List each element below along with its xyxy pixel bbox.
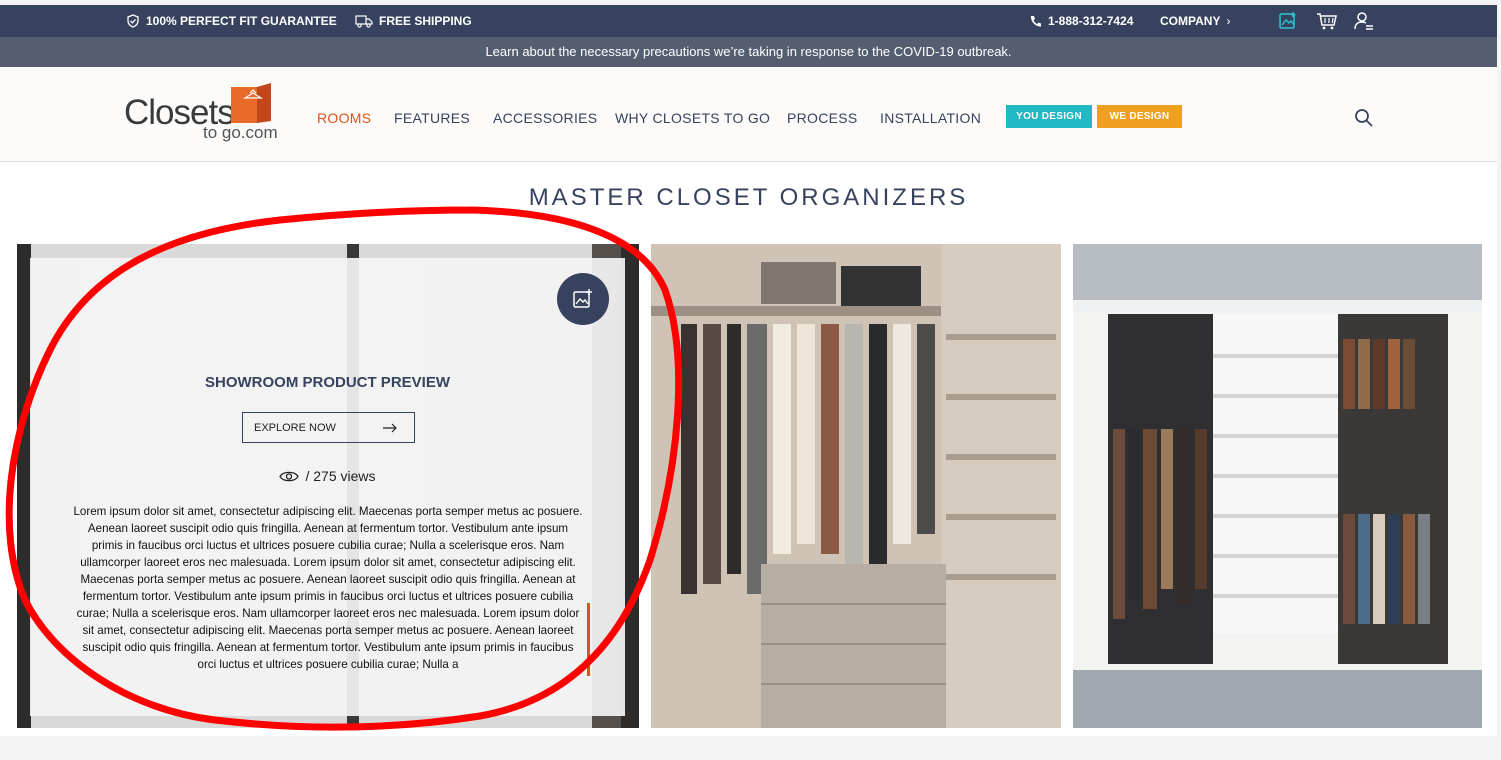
add-photo-icon xyxy=(1279,12,1296,29)
covid-notice-banner[interactable]: Learn about the necessary precautions we… xyxy=(0,37,1497,67)
guarantee-badge[interactable]: 100% PERFECT FIT GUARANTEE xyxy=(126,14,337,28)
phone-link[interactable]: 1-888-312-7424 xyxy=(1029,14,1133,28)
free-shipping-badge[interactable]: FREE SHIPPING xyxy=(355,14,472,28)
preview-title: SHOWROOM PRODUCT PREVIEW xyxy=(204,374,450,391)
chevron-right-icon: › xyxy=(1226,14,1231,28)
nav-process[interactable]: PROCESS xyxy=(787,110,858,126)
explore-now-label: EXPLORE NOW xyxy=(254,421,336,434)
search-icon[interactable] xyxy=(1354,108,1374,128)
you-design-button[interactable]: YOU DESIGN xyxy=(1006,105,1092,128)
cart-button[interactable] xyxy=(1316,11,1338,31)
truck-icon xyxy=(355,15,373,28)
account-button[interactable] xyxy=(1354,11,1374,31)
free-shipping-label: FREE SHIPPING xyxy=(379,14,472,28)
description-scrollbar[interactable] xyxy=(587,603,590,676)
explore-now-button[interactable]: EXPLORE NOW xyxy=(242,412,415,443)
logo-subtext: to go.com xyxy=(203,123,278,142)
view-count-label: / 275 views xyxy=(305,468,376,484)
page-title: MASTER CLOSET ORGANIZERS xyxy=(528,184,969,211)
closet-photo-2[interactable] xyxy=(651,244,1061,728)
closets-to-go-logo[interactable]: Closets to go.com xyxy=(124,79,294,149)
add-photo-icon xyxy=(573,289,592,308)
closet-door-icon xyxy=(231,83,271,123)
nav-rooms[interactable]: ROOMS xyxy=(317,110,371,126)
shield-check-icon xyxy=(127,14,139,28)
user-menu-icon xyxy=(1354,12,1373,30)
nav-installation[interactable]: INSTALLATION xyxy=(880,110,981,126)
add-photo-fab[interactable] xyxy=(557,273,609,325)
top-utility-bar: 100% PERFECT FIT GUARANTEE FREE SHIPPING… xyxy=(0,5,1497,37)
phone-number: 1-888-312-7424 xyxy=(1048,14,1134,28)
footer-strip xyxy=(0,736,1501,760)
we-design-button[interactable]: WE DESIGN xyxy=(1097,105,1182,128)
closet-photo-3-image xyxy=(1073,244,1482,728)
company-label: COMPANY xyxy=(1160,14,1221,28)
eye-icon xyxy=(279,471,300,481)
guarantee-label: 100% PERFECT FIT GUARANTEE xyxy=(146,14,337,28)
view-count: / 275 views xyxy=(30,468,625,484)
add-photo-button[interactable] xyxy=(1278,11,1298,31)
closet-photo-2-image xyxy=(651,244,1061,728)
nav-accessories[interactable]: ACCESSORIES xyxy=(493,110,597,126)
arrow-right-icon xyxy=(383,423,397,432)
nav-why-closets-to-go[interactable]: WHY CLOSETS TO GO xyxy=(615,110,770,126)
main-header: Closets to go.com ROOMS FEATURES ACCESSO… xyxy=(0,67,1497,162)
nav-features[interactable]: FEATURES xyxy=(394,110,470,126)
preview-description: Lorem ipsum dolor sit amet, consectetur … xyxy=(73,505,583,671)
closet-photo-3[interactable] xyxy=(1073,244,1482,728)
company-menu[interactable]: COMPANY › xyxy=(1160,14,1230,28)
phone-icon xyxy=(1030,15,1041,27)
cart-icon xyxy=(1317,13,1337,30)
